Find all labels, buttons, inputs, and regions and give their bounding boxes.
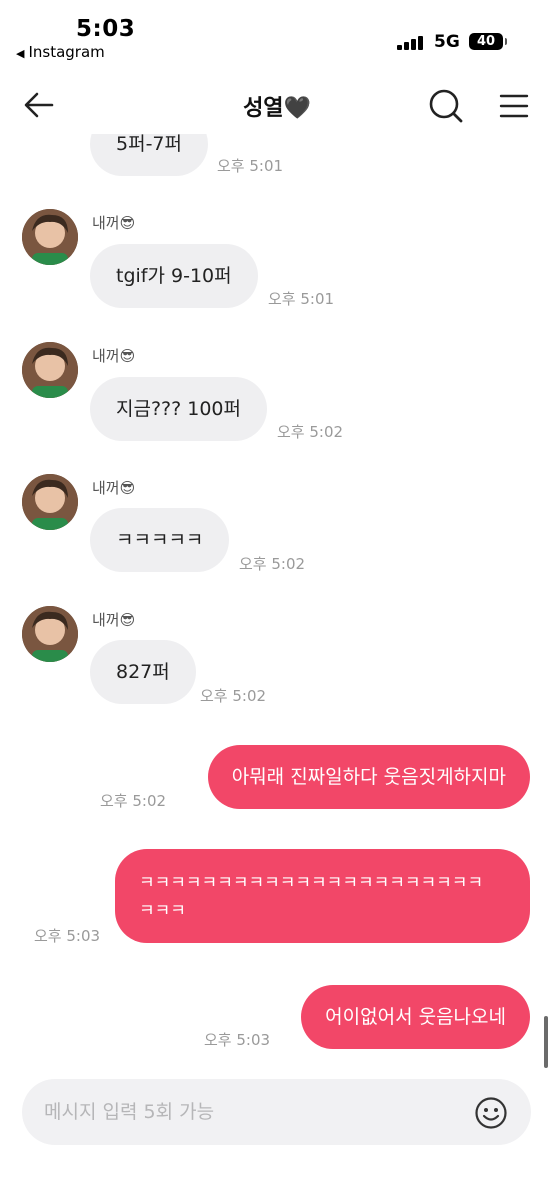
sender-avatar[interactable]	[22, 606, 78, 662]
menu-icon[interactable]	[498, 90, 530, 122]
message-time: 오후 5:03	[204, 1031, 271, 1049]
message-time: 오후 5:02	[200, 687, 267, 705]
search-icon[interactable]	[428, 88, 464, 124]
message-time: 오후 5:02	[100, 792, 167, 810]
incoming-message-bubble[interactable]: tgif가 9-10퍼	[90, 244, 258, 308]
incoming-message-bubble[interactable]: 지금??? 100퍼	[90, 377, 267, 441]
message-line: ㅋㅋㅋㅋㅋㅋㅋㅋㅋㅋㅋㅋㅋㅋㅋㅋㅋㅋㅋㅋㅋㅋ	[139, 873, 484, 893]
signal-icon	[397, 36, 425, 50]
message-input[interactable]	[44, 1079, 464, 1145]
message-input-bar	[22, 1079, 531, 1145]
battery-icon: 40	[469, 33, 507, 50]
incoming-message-bubble[interactable]: ㅋㅋㅋㅋㅋ	[90, 508, 230, 572]
sender-name: 내꺼😎	[92, 479, 136, 497]
back-to-app-link[interactable]: ◀ Instagram	[16, 43, 105, 61]
scrollbar[interactable]	[544, 1016, 548, 1068]
sender-name: 내꺼😎	[92, 214, 136, 232]
status-time: 5:03	[76, 16, 136, 42]
outgoing-message-bubble[interactable]: 어이없어서 웃음나오네	[301, 985, 530, 1049]
back-triangle-icon: ◀	[16, 47, 25, 60]
outgoing-message-bubble[interactable]: 아뭐래 진짜일하다 웃음짓게하지마	[207, 745, 530, 809]
incoming-message-bubble[interactable]: 5퍼-7퍼	[90, 134, 208, 176]
message-time: 오후 5:03	[34, 927, 101, 945]
back-app-label: Instagram	[28, 43, 105, 61]
message-list[interactable]: 5퍼-7퍼 오후 5:01 내꺼😎 tgif가 9-10퍼 오후 5:01 내꺼…	[0, 134, 554, 1078]
sender-avatar[interactable]	[22, 342, 78, 398]
sender-avatar[interactable]	[22, 474, 78, 530]
sender-name: 내꺼😎	[92, 611, 136, 629]
incoming-message-bubble[interactable]: 827퍼	[90, 640, 196, 704]
message-line: ㅋㅋㅋ	[139, 901, 186, 921]
message-time: 오후 5:01	[268, 290, 335, 308]
message-time: 오후 5:01	[217, 157, 284, 175]
network-type: 5G	[434, 32, 460, 52]
chat-title: 성열🖤	[243, 96, 311, 121]
message-time: 오후 5:02	[239, 555, 306, 573]
message-time: 오후 5:02	[277, 423, 344, 441]
outgoing-message-bubble[interactable]: ㅋㅋㅋㅋㅋㅋㅋㅋㅋㅋㅋㅋㅋㅋㅋㅋㅋㅋㅋㅋㅋㅋ ㅋㅋㅋ	[115, 849, 530, 943]
sender-name: 내꺼😎	[92, 347, 136, 365]
smiley-icon[interactable]	[474, 1096, 508, 1130]
sender-avatar[interactable]	[22, 209, 78, 265]
